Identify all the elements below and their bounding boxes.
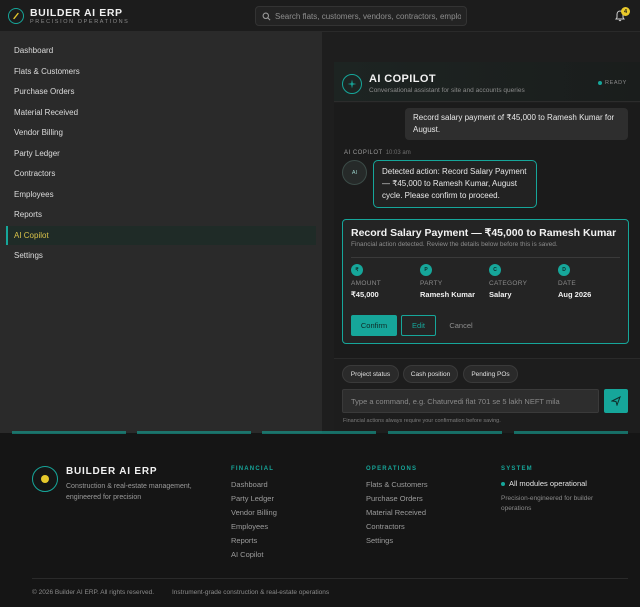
avatar: AI [342, 160, 367, 185]
sidebar-item-contractors[interactable]: Contractors [6, 164, 316, 183]
footer-brand: BUILDER AI ERP [66, 466, 158, 477]
chip-project-status[interactable]: Project status [342, 365, 399, 383]
field-party: P PARTY Ramesh Kumar [420, 264, 475, 299]
sparkle-icon [342, 74, 362, 94]
field-amount: ₹ AMOUNT ₹45,000 [351, 264, 381, 299]
sidebar-item-settings[interactable]: Settings [6, 246, 316, 265]
edit-button[interactable]: Edit [401, 315, 436, 336]
field-category: C CATEGORY Salary [489, 264, 527, 299]
footer-accent-strip [388, 431, 502, 434]
status-dot [598, 81, 602, 85]
calendar-icon: D [558, 264, 570, 276]
footer-accent-strip [137, 431, 251, 434]
footer-link-vendor-billing[interactable]: Vendor Billing [231, 508, 277, 517]
compass-gauge-icon[interactable] [8, 8, 24, 24]
send-icon [611, 396, 621, 406]
footer-link-employees[interactable]: Employees [231, 522, 268, 531]
footer-link-contractors[interactable]: Contractors [366, 522, 405, 531]
footer-accent-strip [514, 431, 628, 434]
footer-link-flats-customers[interactable]: Flats & Customers [366, 480, 428, 489]
brand-title: BUILDER AI ERP [30, 7, 123, 19]
sidebar-item-employees[interactable]: Employees [6, 185, 316, 204]
person-icon: P [420, 264, 432, 276]
footer-link-material-received[interactable]: Material Received [366, 508, 426, 517]
brand: BUILDER AI ERP PRECISION OPERATIONS [30, 8, 129, 26]
copilot-title: AI COPILOT [369, 73, 436, 85]
system-status: All modules operational [501, 479, 587, 488]
ai-timestamp: 10:03 am [385, 150, 411, 156]
confirm-button[interactable]: Confirm [351, 315, 397, 336]
field-label: DATE [558, 280, 577, 287]
footer-financial-title: FINANCIAL [231, 466, 275, 472]
ai-message: Detected action: Record Salary Payment —… [373, 160, 537, 208]
sidebar-item-material-received[interactable]: Material Received [6, 103, 316, 122]
user-message: Record salary payment of ₹45,000 to Rame… [405, 108, 628, 140]
divider [351, 257, 620, 258]
field-value: Ramesh Kumar [420, 290, 476, 299]
footer-logo-icon [32, 466, 58, 492]
footer-divider [32, 578, 628, 579]
search-box[interactable] [255, 6, 467, 26]
footer-link-party-ledger[interactable]: Party Ledger [231, 494, 274, 503]
category-icon: C [489, 264, 501, 276]
footer-accent-strip [12, 431, 126, 434]
footer-link-ai-copilot[interactable]: AI Copilot [231, 550, 264, 559]
action-card-title: Record Salary Payment — ₹45,000 to Rames… [351, 227, 617, 239]
send-button[interactable] [604, 389, 628, 413]
sidebar-item-dashboard[interactable]: Dashboard [6, 41, 316, 60]
footer-link-dashboard[interactable]: Dashboard [231, 480, 268, 489]
footer-description: Construction & real-estate management, e… [66, 483, 192, 501]
chip-cash-position[interactable]: Cash position [403, 365, 458, 383]
sidebar-item-ai-copilot[interactable]: AI Copilot [6, 226, 316, 245]
field-value: Aug 2026 [558, 290, 592, 299]
field-label: CATEGORY [489, 280, 528, 287]
sidebar-item-vendor-billing[interactable]: Vendor Billing [6, 123, 316, 142]
sidebar-item-purchase-orders[interactable]: Purchase Orders [6, 82, 316, 101]
footer-operations-title: OPERATIONS [366, 466, 418, 472]
copilot-subtitle: Conversational assistant for site and ac… [369, 87, 525, 94]
search-input[interactable] [275, 11, 461, 21]
ai-message-header: AI COPILOT 10:03 am [344, 150, 411, 156]
field-date: D DATE Aug 2026 [558, 264, 591, 299]
footer [0, 433, 640, 607]
system-description: Precision-engineered for builder operati… [501, 495, 594, 512]
brand-subtitle: PRECISION OPERATIONS [30, 19, 130, 25]
field-label: AMOUNT [351, 280, 381, 287]
search-icon [262, 12, 271, 20]
footer-tagline: Instrument-grade construction & real-est… [172, 589, 330, 596]
notification-badge: 4 [621, 7, 630, 16]
chip-pending-pos[interactable]: Pending POs [463, 365, 518, 383]
field-value: ₹45,000 [351, 290, 379, 299]
footer-link-settings[interactable]: Settings [366, 536, 393, 545]
sidebar-item-reports[interactable]: Reports [6, 205, 316, 224]
ai-sender: AI COPILOT [344, 150, 383, 156]
composer-hint: Financial actions always require your co… [343, 418, 501, 424]
field-value: Salary [489, 290, 512, 299]
command-input[interactable] [342, 389, 599, 413]
rupee-icon: ₹ [351, 264, 363, 276]
copyright: © 2026 Builder AI ERP. All rights reserv… [32, 589, 155, 596]
footer-link-reports[interactable]: Reports [231, 536, 257, 545]
sidebar-item-party-ledger[interactable]: Party Ledger [6, 144, 316, 163]
footer-link-purchase-orders[interactable]: Purchase Orders [366, 494, 423, 503]
system-status-text: All modules operational [509, 479, 587, 488]
sidebar-item-flats-customers[interactable]: Flats & Customers [6, 62, 316, 81]
field-label: PARTY [420, 280, 443, 287]
status-dot [501, 481, 505, 486]
cancel-button[interactable]: Cancel [442, 315, 480, 336]
status-text: READY [605, 80, 627, 86]
footer-accent-strip [262, 431, 376, 434]
footer-system-title: SYSTEM [501, 466, 533, 472]
action-card-subtitle: Financial action detected. Review the de… [351, 241, 558, 248]
status-badge: READY [598, 80, 627, 86]
